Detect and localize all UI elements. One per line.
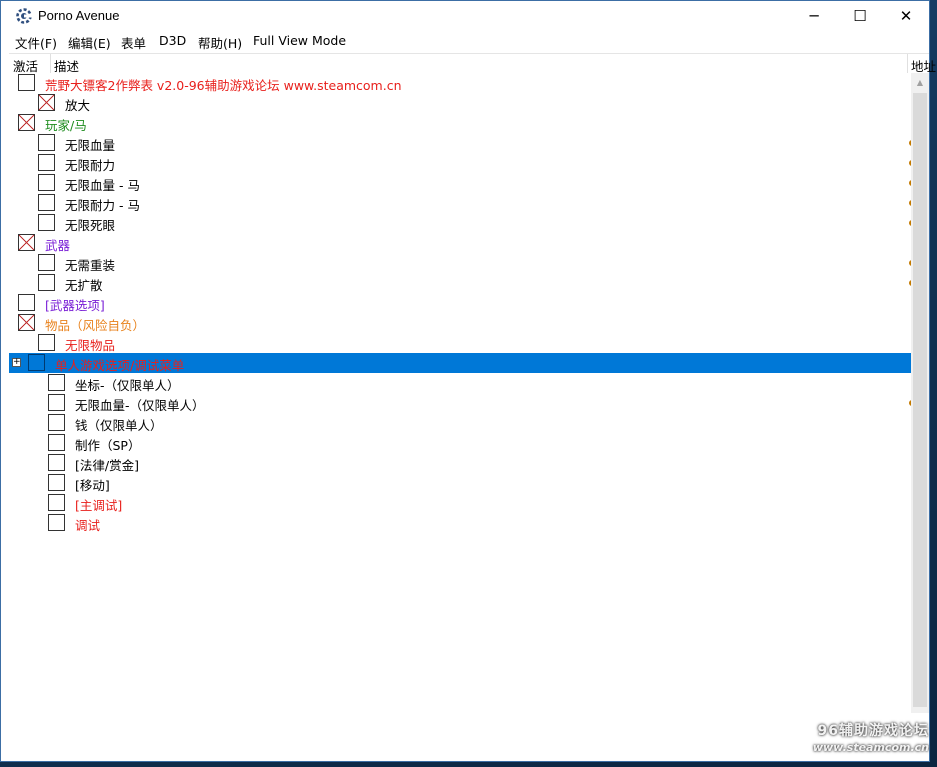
close-button[interactable]: ✕ <box>883 1 929 31</box>
row-description: 武器 <box>45 238 71 253</box>
table-row[interactable]: 无限血量 - 马 <box>9 173 912 193</box>
menu-d3d[interactable]: D3D <box>159 33 186 48</box>
row-description: 无扩散 <box>65 278 103 293</box>
active-checkbox[interactable] <box>48 394 65 411</box>
active-checkbox[interactable] <box>28 354 45 371</box>
window-title: Porno Avenue <box>38 8 120 23</box>
table-row[interactable]: 无扩散 <box>9 273 912 293</box>
active-checkbox[interactable] <box>48 374 65 391</box>
column-divider[interactable] <box>907 54 908 74</box>
table-row-selected[interactable]: + 单人游戏选项/调试菜单 <box>9 353 911 373</box>
active-checkbox[interactable] <box>38 134 55 151</box>
maximize-button[interactable]: ☐ <box>837 1 883 31</box>
row-description: 无限血量-（仅限单人） <box>75 398 205 413</box>
row-description: 制作（SP） <box>75 438 141 453</box>
table-row[interactable]: [法律/赏金] <box>9 453 911 473</box>
active-checkbox-checked[interactable] <box>18 314 35 331</box>
active-checkbox[interactable] <box>38 154 55 171</box>
row-description: 无限血量 - 马 <box>65 178 140 193</box>
column-divider[interactable] <box>50 54 51 74</box>
active-checkbox[interactable] <box>38 334 55 351</box>
row-description: 单人游戏选项/调试菜单 <box>55 358 185 373</box>
row-description: [主调试] <box>75 498 123 513</box>
menu-full-view-mode[interactable]: Full View Mode <box>253 33 346 48</box>
minimize-button[interactable]: ─ <box>791 1 837 31</box>
active-checkbox[interactable] <box>38 254 55 271</box>
table-row[interactable]: 制作（SP） <box>9 433 911 453</box>
table-row[interactable]: 无限血量 <box>9 133 912 153</box>
empty-panel-area <box>1 713 929 761</box>
menu-edit[interactable]: 编辑(E) <box>68 33 111 52</box>
row-description: 坐标-（仅限单人） <box>75 378 180 393</box>
watermark-line-2: www.steamcom.cn <box>812 741 929 754</box>
menu-help[interactable]: 帮助(H) <box>198 33 242 52</box>
main-window: Porno Avenue ─ ☐ ✕ 文件(F) 编辑(E) 表单 D3D 帮助… <box>0 0 936 762</box>
scroll-up-arrow-icon[interactable]: ▲ <box>911 73 929 91</box>
row-description: 无限耐力 - 马 <box>65 198 140 213</box>
row-description: 放大 <box>65 98 91 113</box>
row-description: [武器选项] <box>45 298 105 313</box>
cheat-table-list: 荒野大镖客2作弊表 v2.0-96辅助游戏论坛 www.steamcom.cn 放… <box>9 73 912 713</box>
menu-table[interactable]: 表单 <box>121 33 146 52</box>
site-watermark: 96辅助游戏论坛 www.steamcom.cn <box>813 720 929 754</box>
active-checkbox[interactable] <box>48 474 65 491</box>
active-checkbox-checked[interactable] <box>18 234 35 251</box>
row-description: 无需重装 <box>65 258 116 273</box>
row-description: 荒野大镖客2作弊表 v2.0-96辅助游戏论坛 www.steamcom.cn <box>45 78 402 93</box>
active-checkbox[interactable] <box>48 434 65 451</box>
vertical-scrollbar[interactable]: ▲ <box>911 73 929 713</box>
table-row[interactable]: 无限物品 <box>9 333 911 353</box>
active-checkbox-checked[interactable] <box>38 94 55 111</box>
active-checkbox[interactable] <box>38 274 55 291</box>
table-row[interactable]: 调试 <box>9 513 911 533</box>
active-checkbox[interactable] <box>18 294 35 311</box>
table-row[interactable]: 钱（仅限单人） <box>9 413 911 433</box>
table-row[interactable]: 物品（风险自负） <box>9 313 911 333</box>
title-bar[interactable]: Porno Avenue ─ ☐ ✕ <box>1 1 929 31</box>
active-checkbox-checked[interactable] <box>18 114 35 131</box>
active-checkbox[interactable] <box>18 74 35 91</box>
row-description: 玩家/马 <box>45 118 87 133</box>
table-row[interactable]: 无限死眼 <box>9 213 912 233</box>
row-description: [法律/赏金] <box>75 458 139 473</box>
table-row[interactable]: 无限血量-（仅限单人） <box>9 393 912 413</box>
active-checkbox[interactable] <box>48 514 65 531</box>
active-checkbox[interactable] <box>48 494 65 511</box>
table-row[interactable]: 武器 <box>9 233 911 253</box>
table-header: 激活 描述 <box>9 53 929 75</box>
table-row[interactable]: 玩家/马 <box>9 113 911 133</box>
scroll-thumb[interactable] <box>913 93 927 707</box>
row-description: 调试 <box>75 518 101 533</box>
row-description: 无限死眼 <box>65 218 116 233</box>
active-checkbox[interactable] <box>48 414 65 431</box>
table-row[interactable]: [移动] <box>9 473 911 493</box>
row-description: 钱（仅限单人） <box>75 418 163 433</box>
active-checkbox[interactable] <box>38 194 55 211</box>
active-checkbox[interactable] <box>38 174 55 191</box>
expand-plus-icon[interactable]: + <box>12 358 21 367</box>
cheat-engine-gear-icon <box>15 7 33 25</box>
table-row[interactable]: 放大 <box>9 93 911 113</box>
active-checkbox[interactable] <box>38 214 55 231</box>
menu-file[interactable]: 文件(F) <box>15 33 57 52</box>
menu-bar: 文件(F) 编辑(E) 表单 D3D 帮助(H) Full View Mode <box>1 31 929 52</box>
table-row[interactable]: 无限耐力 <box>9 153 912 173</box>
row-description: 无限血量 <box>65 138 116 153</box>
table-row[interactable]: 无限耐力 - 马 <box>9 193 912 213</box>
table-row[interactable]: [主调试] <box>9 493 911 513</box>
row-description: 无限耐力 <box>65 158 116 173</box>
table-row[interactable]: 坐标-（仅限单人） <box>9 373 911 393</box>
row-description: 物品（风险自负） <box>45 318 146 333</box>
watermark-line-1: 96辅助游戏论坛 <box>817 723 929 739</box>
row-description: [移动] <box>75 478 110 493</box>
table-row[interactable]: [武器选项] <box>9 293 911 313</box>
row-description: 无限物品 <box>65 338 116 353</box>
table-row[interactable]: 荒野大镖客2作弊表 v2.0-96辅助游戏论坛 www.steamcom.cn <box>9 73 911 93</box>
active-checkbox[interactable] <box>48 454 65 471</box>
table-row[interactable]: 无需重装 <box>9 253 912 273</box>
